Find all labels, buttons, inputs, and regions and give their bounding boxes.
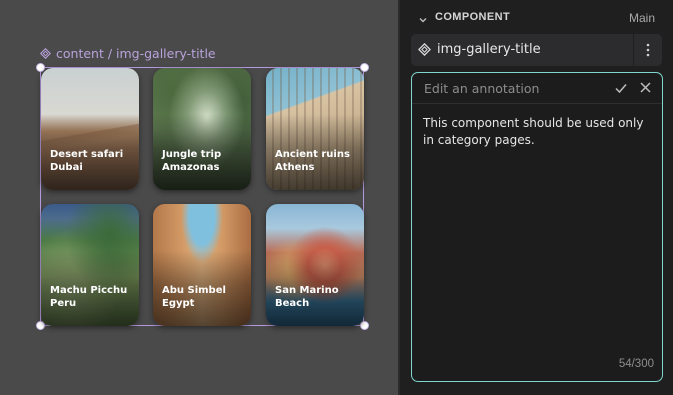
card-title: San Marino xyxy=(275,285,339,296)
annotation-textarea[interactable]: This component should be used only in ca… xyxy=(423,115,655,149)
component-name: img-gallery-title xyxy=(437,42,541,57)
selection-label: content / img-gallery-title xyxy=(40,46,216,61)
card-subtitle: Beach xyxy=(275,298,310,309)
kebab-menu-icon[interactable] xyxy=(634,34,662,66)
component-diamond-icon xyxy=(40,48,51,59)
annotation-header: Edit an annotation xyxy=(412,73,662,104)
card-subtitle: Peru xyxy=(50,298,77,309)
component-section-header[interactable]: COMPONENT Main xyxy=(400,0,673,34)
design-canvas[interactable]: content / img-gallery-title Desert safar… xyxy=(0,0,398,395)
chevron-down-icon[interactable] xyxy=(418,12,428,30)
card-caption: Ancient ruins Athens xyxy=(275,148,350,174)
card-subtitle: Athens xyxy=(275,162,315,173)
component-row[interactable]: img-gallery-title xyxy=(411,34,662,66)
annotation-title: Edit an annotation xyxy=(424,81,540,96)
card-caption: Machu Picchu Peru xyxy=(50,284,127,310)
card-title: Ancient ruins xyxy=(275,149,350,160)
close-icon[interactable] xyxy=(639,81,652,99)
card-caption: Jungle trip Amazonas xyxy=(162,148,221,174)
card-caption: San Marino Beach xyxy=(275,284,339,310)
character-counter: 54/300 xyxy=(618,358,654,370)
card-title: Jungle trip xyxy=(162,149,222,160)
card-subtitle: Egypt xyxy=(162,298,195,309)
card-subtitle: Dubai xyxy=(50,162,83,173)
check-icon[interactable] xyxy=(614,81,628,100)
gallery-card[interactable]: Ancient ruins Athens xyxy=(266,68,364,190)
inspector-panel: COMPONENT Main img-gallery-title Edit an… xyxy=(400,0,673,395)
card-caption: Abu Simbel Egypt xyxy=(162,284,226,310)
card-subtitle: Amazonas xyxy=(162,162,220,173)
annotation-editor[interactable]: Edit an annotation This component should… xyxy=(411,72,663,382)
gallery-card[interactable]: Jungle trip Amazonas xyxy=(153,68,251,190)
gallery-card[interactable]: Machu Picchu Peru xyxy=(41,204,139,326)
main-component-link[interactable]: Main xyxy=(629,11,655,25)
gallery-card[interactable]: Abu Simbel Egypt xyxy=(153,204,251,326)
gallery-card[interactable]: San Marino Beach xyxy=(266,204,364,326)
card-caption: Desert safari Dubai xyxy=(50,148,123,174)
card-title: Machu Picchu xyxy=(50,285,128,296)
card-title: Abu Simbel xyxy=(162,285,226,296)
component-diamond-icon xyxy=(417,42,432,61)
gallery-card[interactable]: Desert safari Dubai xyxy=(41,68,139,190)
section-title: COMPONENT xyxy=(435,11,511,23)
selection-label-text: content / img-gallery-title xyxy=(56,46,216,61)
card-title: Desert safari xyxy=(50,149,124,160)
